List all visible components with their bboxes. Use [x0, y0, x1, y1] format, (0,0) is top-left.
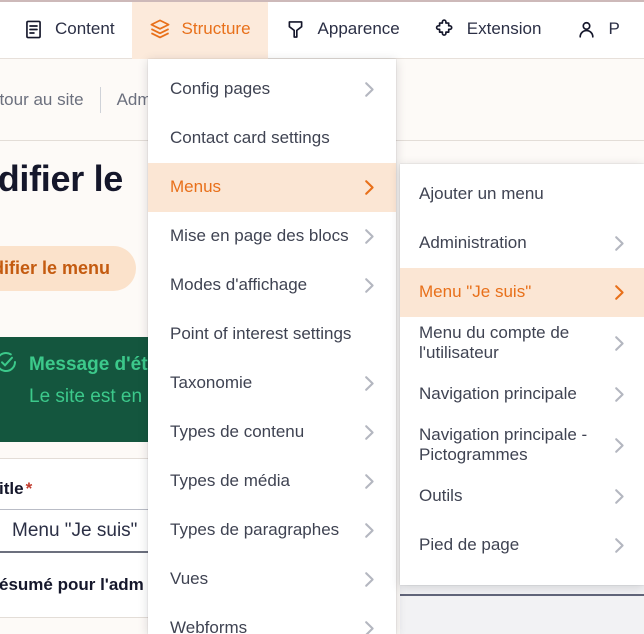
menu-item-label: Navigation principale: [419, 384, 577, 404]
status-message-title: Message d'éta: [29, 354, 159, 375]
chevron-right-icon: [614, 536, 626, 555]
menu-item-label: Modes d'affichage: [170, 275, 308, 295]
page-divider: [400, 594, 644, 596]
toolbar-item-content[interactable]: Content: [0, 0, 132, 59]
toolbar-item-extension-label: Extension: [466, 19, 542, 38]
menu-item-taxonomie[interactable]: Taxonomie: [148, 359, 396, 408]
screen: etour au site Adm odifier le odifier le …: [0, 0, 644, 634]
chevron-right-icon: [364, 276, 376, 295]
breadcrumb-back-to-site[interactable]: etour au site: [0, 90, 100, 110]
menu-item-label: Navigation principale - Pictogrammes: [419, 424, 588, 465]
menu-item-label: Menus: [170, 177, 222, 197]
title-label-text: itle: [0, 479, 24, 498]
chevron-right-icon: [364, 227, 376, 246]
chevron-right-icon: [364, 472, 376, 491]
menu-item-menus[interactable]: Menus: [148, 163, 396, 212]
menu-item-types-de-paragraphes[interactable]: Types de paragraphes: [148, 506, 396, 555]
menu-item-label: Vues: [170, 569, 209, 589]
menu-item-label: Ajouter un menu: [419, 184, 544, 204]
chevron-right-icon: [364, 423, 376, 442]
menu-item-outils[interactable]: Outils: [400, 472, 644, 521]
menu-item-label: Types de contenu: [170, 422, 305, 442]
menu-item-label: Webforms: [170, 618, 248, 634]
chevron-right-icon: [614, 334, 626, 353]
toolbar-item-extension[interactable]: Extension: [417, 0, 559, 59]
toolbar-item-apparence-label: Apparence: [317, 19, 400, 38]
chevron-right-icon: [614, 234, 626, 253]
chevron-right-icon: [364, 178, 376, 197]
menu-item-label: Point of interest settings: [170, 324, 352, 344]
menu-item-vues[interactable]: Vues: [148, 555, 396, 604]
menu-item-types-de-m-dia[interactable]: Types de média: [148, 457, 396, 506]
menu-item-navigation-principale[interactable]: Navigation principale: [400, 370, 644, 419]
user-icon: [575, 18, 597, 40]
menu-item-label: Menu du compte de l'utilisateur: [419, 323, 570, 363]
menu-item-pied-de-page[interactable]: Pied de page: [400, 521, 644, 570]
tab-edit-menu[interactable]: odifier le menu: [0, 246, 137, 291]
menu-item-config-pages[interactable]: Config pages: [148, 65, 396, 114]
menu-item-modes-daffichage[interactable]: Modes d'affichage: [148, 261, 396, 310]
menu-item-types-de-contenu[interactable]: Types de contenu: [148, 408, 396, 457]
menu-item-label: Taxonomie: [170, 373, 253, 393]
admin-toolbar: Content Structure Apparence Extension P: [0, 0, 644, 59]
menu-item-label: Config pages: [170, 79, 271, 99]
menu-item-label: Pied de page: [419, 534, 520, 554]
menu-item-label: Outils: [419, 485, 463, 505]
document-icon: [22, 18, 44, 40]
menu-item-label: Types de paragraphes: [170, 520, 340, 540]
layers-icon: [149, 18, 171, 40]
paint-icon: [285, 18, 307, 40]
structure-dropdown: Config pages Contact card settings Menus Mi…: [148, 59, 396, 634]
puzzle-icon: [434, 18, 456, 40]
menus-dropdown: Ajouter un menu Administration Menu "Je su…: [400, 164, 644, 585]
toolbar-item-people[interactable]: P: [558, 0, 636, 59]
menu-item-mise-en-page-des-blocs[interactable]: Mise en page des blocs: [148, 212, 396, 261]
page-scroll-region: [400, 585, 644, 634]
chevron-right-icon: [614, 385, 626, 404]
toolbar-item-structure-label: Structure: [181, 19, 251, 38]
chevron-right-icon: [364, 521, 376, 540]
toolbar-item-apparence[interactable]: Apparence: [268, 0, 417, 59]
menu-item-label: Administration: [419, 233, 527, 253]
menu-item-point-of-interest-settings[interactable]: Point of interest settings: [148, 310, 396, 359]
menu-item-label: Contact card settings: [170, 128, 330, 148]
chevron-right-icon: [364, 374, 376, 393]
toolbar-item-content-label: Content: [55, 19, 115, 38]
menu-item-ajouter-un-menu[interactable]: Ajouter un menu: [400, 170, 644, 219]
chevron-right-icon: [364, 570, 376, 589]
toolbar-item-people-label: P: [608, 19, 620, 38]
page-title: odifier le: [0, 158, 124, 199]
menu-item-contact-card-settings[interactable]: Contact card settings: [148, 114, 396, 163]
check-circle-icon: [0, 350, 18, 380]
chevron-right-icon: [614, 436, 626, 455]
menu-item-label: Types de média: [170, 471, 291, 491]
menu-item-menu-je-suis[interactable]: Menu "Je suis": [400, 268, 644, 317]
menu-item-label: Menu "Je suis": [419, 282, 532, 302]
toolbar-item-structure[interactable]: Structure: [131, 0, 268, 59]
chevron-right-icon: [364, 80, 376, 99]
required-asterisk: *: [25, 479, 33, 498]
chevron-right-icon: [364, 619, 376, 634]
chevron-right-icon: [614, 487, 626, 506]
menu-item-navigation-principale-pictogrammes[interactable]: Navigation principale - Pictogrammes: [400, 419, 644, 472]
chevron-right-icon: [614, 283, 626, 302]
menu-item-menu-du-compte-de-lutilisateur[interactable]: Menu du compte de l'utilisateur: [400, 317, 644, 370]
menu-item-webforms[interactable]: Webforms: [148, 604, 396, 634]
menu-item-administration[interactable]: Administration: [400, 219, 644, 268]
menu-item-label: Mise en page des blocs: [170, 226, 349, 246]
